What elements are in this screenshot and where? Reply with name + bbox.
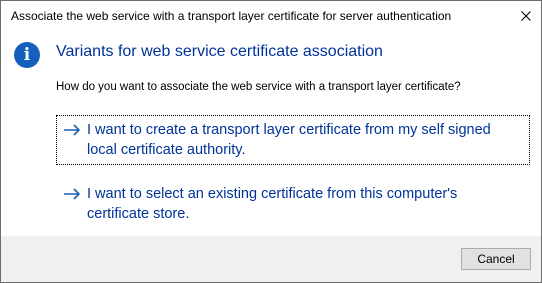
option-create-certificate-label: I want to create a transport layer certi… (87, 122, 491, 158)
cancel-button[interactable]: Cancel (461, 248, 531, 270)
option-select-existing-link[interactable]: I want to select an existing certificate… (56, 179, 530, 229)
dialog-heading: Variants for web service certificate ass… (56, 43, 383, 60)
title-bar[interactable]: Associate the web service with a transpo… (1, 1, 541, 31)
close-icon (521, 11, 531, 21)
dialog-footer: Cancel (1, 236, 541, 282)
window-title: Associate the web service with a transpo… (11, 9, 452, 23)
arrow-right-icon (63, 120, 87, 140)
close-button[interactable] (511, 1, 541, 31)
arrow-right-icon (63, 184, 87, 204)
info-icon: i (14, 42, 40, 68)
option-create-certificate-link[interactable]: I want to create a transport layer certi… (56, 115, 530, 165)
dialog-question: How do you want to associate the web ser… (56, 81, 461, 93)
dialog-window: Associate the web service with a transpo… (0, 0, 542, 283)
info-glyph: i (23, 45, 31, 65)
option-select-existing-label: I want to select an existing certificate… (87, 186, 458, 222)
